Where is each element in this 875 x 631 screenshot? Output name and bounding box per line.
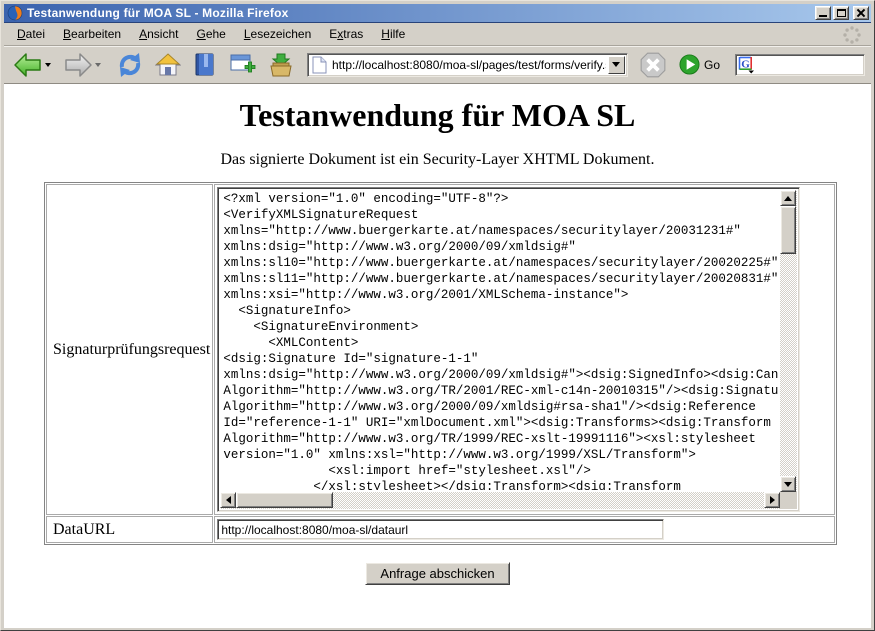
url-input[interactable]: [330, 58, 608, 72]
horizontal-scroll-thumb[interactable]: [236, 492, 333, 508]
url-dropdown-button[interactable]: [608, 56, 625, 74]
svg-text:G: G: [741, 58, 750, 70]
reload-button[interactable]: [114, 49, 146, 81]
minimize-button[interactable]: [815, 6, 831, 20]
page-content: Testanwendung für MOA SL Das signierte D…: [4, 84, 871, 628]
menu-bearbeiten[interactable]: Bearbeiten: [54, 24, 130, 44]
menu-hilfe[interactable]: Hilfe: [372, 24, 414, 44]
page-title: Testanwendung für MOA SL: [4, 97, 871, 134]
chevron-down-icon: [612, 62, 620, 67]
back-icon: [13, 52, 43, 78]
back-dropdown-icon[interactable]: [45, 63, 51, 67]
forward-button[interactable]: [60, 49, 104, 81]
stop-button: [636, 48, 670, 82]
bookmarks-button[interactable]: [190, 49, 220, 81]
dataurl-label: DataURL: [46, 516, 213, 543]
maximize-button[interactable]: [833, 6, 849, 20]
downloads-button[interactable]: [265, 49, 297, 81]
new-window-button[interactable]: [226, 49, 259, 80]
table-row: Signaturprüfungsrequest <?xml version="1…: [46, 184, 835, 515]
back-button[interactable]: [10, 49, 54, 81]
arrow-down-icon: [784, 482, 792, 487]
vertical-scroll-thumb[interactable]: [780, 206, 796, 254]
submit-button[interactable]: Anfrage abschicken: [365, 562, 509, 585]
vertical-scrollbar[interactable]: [780, 190, 797, 492]
throbber-icon: [841, 24, 863, 51]
downloads-icon: [268, 52, 294, 78]
chevron-down-icon: [749, 70, 755, 73]
firefox-icon: [7, 5, 23, 21]
forward-dropdown-icon[interactable]: [95, 63, 101, 67]
arrow-right-icon: [770, 496, 775, 504]
verify-form-table: Signaturprüfungsrequest <?xml version="1…: [44, 182, 837, 545]
table-row: DataURL: [46, 516, 835, 543]
browser-window: Testanwendung für MOA SL - Mozilla Firef…: [0, 0, 875, 631]
maximize-icon: [837, 9, 846, 17]
request-label: Signaturprüfungsrequest: [46, 184, 213, 515]
intro-text: Das signierte Dokument ist ein Security-…: [4, 151, 871, 169]
dataurl-input[interactable]: [217, 519, 664, 540]
navigation-toolbar: Go G: [4, 46, 871, 84]
bookmarks-icon: [193, 52, 217, 78]
minimize-icon: [819, 15, 827, 17]
title-bar: Testanwendung für MOA SL - Mozilla Firef…: [4, 4, 871, 23]
window-title: Testanwendung für MOA SL - Mozilla Firef…: [27, 6, 811, 20]
scrollbar-corner: [780, 492, 797, 509]
go-icon: [679, 54, 700, 75]
forward-icon: [63, 52, 93, 78]
search-input[interactable]: [757, 57, 862, 73]
go-label[interactable]: Go: [704, 58, 720, 72]
menu-lesezeichen[interactable]: Lesezeichen: [235, 24, 320, 44]
go-button[interactable]: Go: [676, 51, 727, 78]
request-xml-text: <?xml version="1.0" encoding="UTF-8"?> <…: [223, 191, 778, 490]
menu-extras[interactable]: Extras: [320, 24, 372, 44]
scroll-left-button[interactable]: [220, 492, 236, 508]
search-bar: G: [735, 54, 865, 76]
url-bar: [307, 53, 628, 77]
horizontal-scrollbar[interactable]: [220, 492, 780, 509]
arrow-up-icon: [784, 196, 792, 201]
page-icon: [312, 56, 327, 74]
menu-datei[interactable]: Datei: [8, 24, 54, 44]
arrow-left-icon: [226, 496, 231, 504]
google-icon[interactable]: G: [738, 56, 755, 74]
menu-ansicht[interactable]: Ansicht: [130, 24, 187, 44]
reload-icon: [117, 52, 143, 78]
new-window-icon: [229, 52, 256, 77]
home-button[interactable]: [152, 49, 184, 81]
stop-icon: [639, 51, 667, 79]
close-button[interactable]: [853, 6, 869, 20]
home-icon: [155, 52, 181, 78]
scroll-down-button[interactable]: [780, 476, 796, 492]
request-textarea[interactable]: <?xml version="1.0" encoding="UTF-8"?> <…: [217, 187, 800, 512]
close-icon: [854, 7, 868, 19]
menu-gehe[interactable]: Gehe: [187, 24, 234, 44]
menu-bar: Datei Bearbeiten Ansicht Gehe Lesezeiche…: [4, 23, 871, 46]
scroll-up-button[interactable]: [780, 190, 796, 206]
scroll-right-button[interactable]: [764, 492, 780, 508]
